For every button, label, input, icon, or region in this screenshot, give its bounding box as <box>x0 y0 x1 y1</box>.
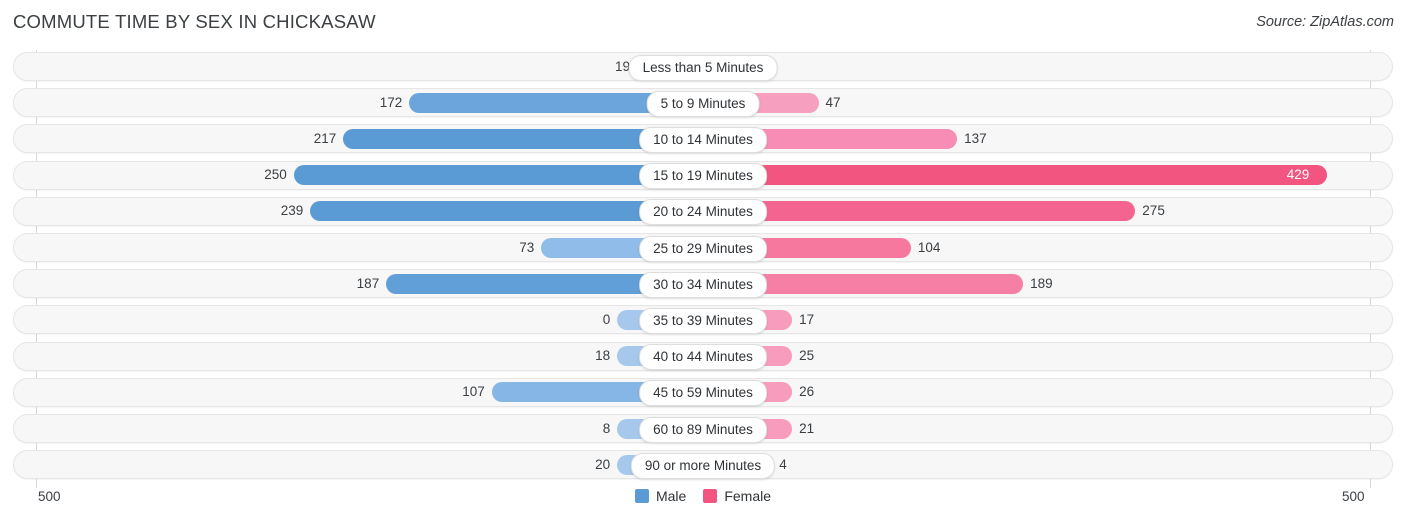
value-male: 107 <box>462 384 485 400</box>
chart-row: 8 21 60 to 89 Minutes <box>13 414 1393 443</box>
row-bars: 107 26 45 to 59 Minutes <box>36 378 1370 407</box>
chart-row: 217 137 10 to 14 Minutes <box>13 124 1393 154</box>
plot-area: 198Less than 5 Minutes 172 47 5 to 9 Minute… <box>0 50 1406 488</box>
value-male: 8 <box>602 420 611 436</box>
row-bars: 0 17 35 to 39 Minutes <box>36 305 1370 334</box>
value-female: 104 <box>917 239 941 255</box>
category-label: 90 or more Minutes <box>630 452 776 479</box>
legend-female[interactable]: Female <box>703 488 771 504</box>
bar-female[interactable] <box>703 201 1136 222</box>
category-label: 60 to 89 Minutes <box>639 416 767 443</box>
chart-row: 20 4 90 or more Minutes <box>13 450 1393 480</box>
chart-row: 198Less than 5 Minutes <box>13 52 1393 81</box>
legend-swatch-icon <box>634 489 649 503</box>
chart-row: 187 189 30 to 34 Minutes <box>13 269 1393 299</box>
chart-row: 239 275 20 to 24 Minutes <box>13 196 1393 226</box>
category-label: 25 to 29 Minutes <box>639 235 767 262</box>
category-label: 40 to 44 Minutes <box>639 344 767 371</box>
chart-row: 0 17 35 to 39 Minutes <box>13 305 1393 335</box>
row-bars: 198Less than 5 Minutes <box>36 52 1370 81</box>
row-bars: 18 25 40 to 44 Minutes <box>36 342 1370 371</box>
legend: Male Female <box>0 488 1406 504</box>
row-bars: 217 137 10 to 14 Minutes <box>36 124 1370 153</box>
chart-row: 18 25 40 to 44 Minutes <box>13 341 1393 371</box>
value-male: 187 <box>356 275 380 291</box>
legend-label: Female <box>724 488 772 504</box>
source-attribution: Source: ZipAtlas.com <box>1256 14 1394 30</box>
legend-label: Male <box>655 488 687 504</box>
category-label: 5 to 9 Minutes <box>646 90 760 117</box>
value-female: 25 <box>799 348 815 364</box>
row-bars: 8 21 60 to 89 Minutes <box>36 414 1370 443</box>
value-male: 73 <box>519 239 535 255</box>
value-female: 26 <box>799 384 815 400</box>
chart-row: 172 47 5 to 9 Minutes <box>13 88 1393 118</box>
value-female: 275 <box>1142 203 1165 219</box>
page-title: COMMUTE TIME BY SEX IN CHICKASAW <box>13 11 376 32</box>
value-female: 429 <box>1286 167 1310 183</box>
category-label: 45 to 59 Minutes <box>639 380 767 407</box>
chart-row: 250 429 15 to 19 Minutes <box>13 160 1393 190</box>
row-bars: 239 275 20 to 24 Minutes <box>36 197 1370 226</box>
value-female: 21 <box>799 420 815 436</box>
value-male: 172 <box>379 94 403 110</box>
legend-male[interactable]: Male <box>634 488 687 504</box>
category-label: 15 to 19 Minutes <box>639 163 767 190</box>
value-female: 17 <box>799 311 815 327</box>
value-male: 217 <box>313 130 337 146</box>
bar-female[interactable] <box>703 165 1327 186</box>
value-male: 250 <box>264 167 287 183</box>
value-male: 0 <box>602 311 611 327</box>
value-male: 18 <box>595 348 611 364</box>
value-male: 20 <box>595 456 611 472</box>
row-bars: 20 4 90 or more Minutes <box>36 450 1370 479</box>
value-female: 189 <box>1030 275 1053 291</box>
row-bars: 73 104 25 to 29 Minutes <box>36 233 1370 262</box>
chart-row: 73 104 25 to 29 Minutes <box>13 233 1393 262</box>
legend-swatch-icon <box>703 489 718 503</box>
row-bars: 187 189 30 to 34 Minutes <box>36 269 1370 298</box>
value-female: 137 <box>964 130 987 146</box>
category-label: 10 to 14 Minutes <box>639 126 767 153</box>
category-label: 20 to 24 Minutes <box>639 199 767 226</box>
row-bars: 172 47 5 to 9 Minutes <box>36 88 1370 117</box>
category-label: 35 to 39 Minutes <box>639 307 767 334</box>
value-female: 47 <box>825 94 841 110</box>
value-male: 239 <box>280 203 304 219</box>
chart-row: 107 26 45 to 59 Minutes <box>13 377 1393 407</box>
row-bars: 250 429 15 to 19 Minutes <box>36 161 1370 190</box>
value-female: 4 <box>779 456 787 472</box>
category-label: Less than 5 Minutes <box>628 54 778 81</box>
commute-time-chart: COMMUTE TIME BY SEX IN CHICKASAW Source:… <box>0 0 1406 523</box>
category-label: 30 to 34 Minutes <box>639 271 767 298</box>
